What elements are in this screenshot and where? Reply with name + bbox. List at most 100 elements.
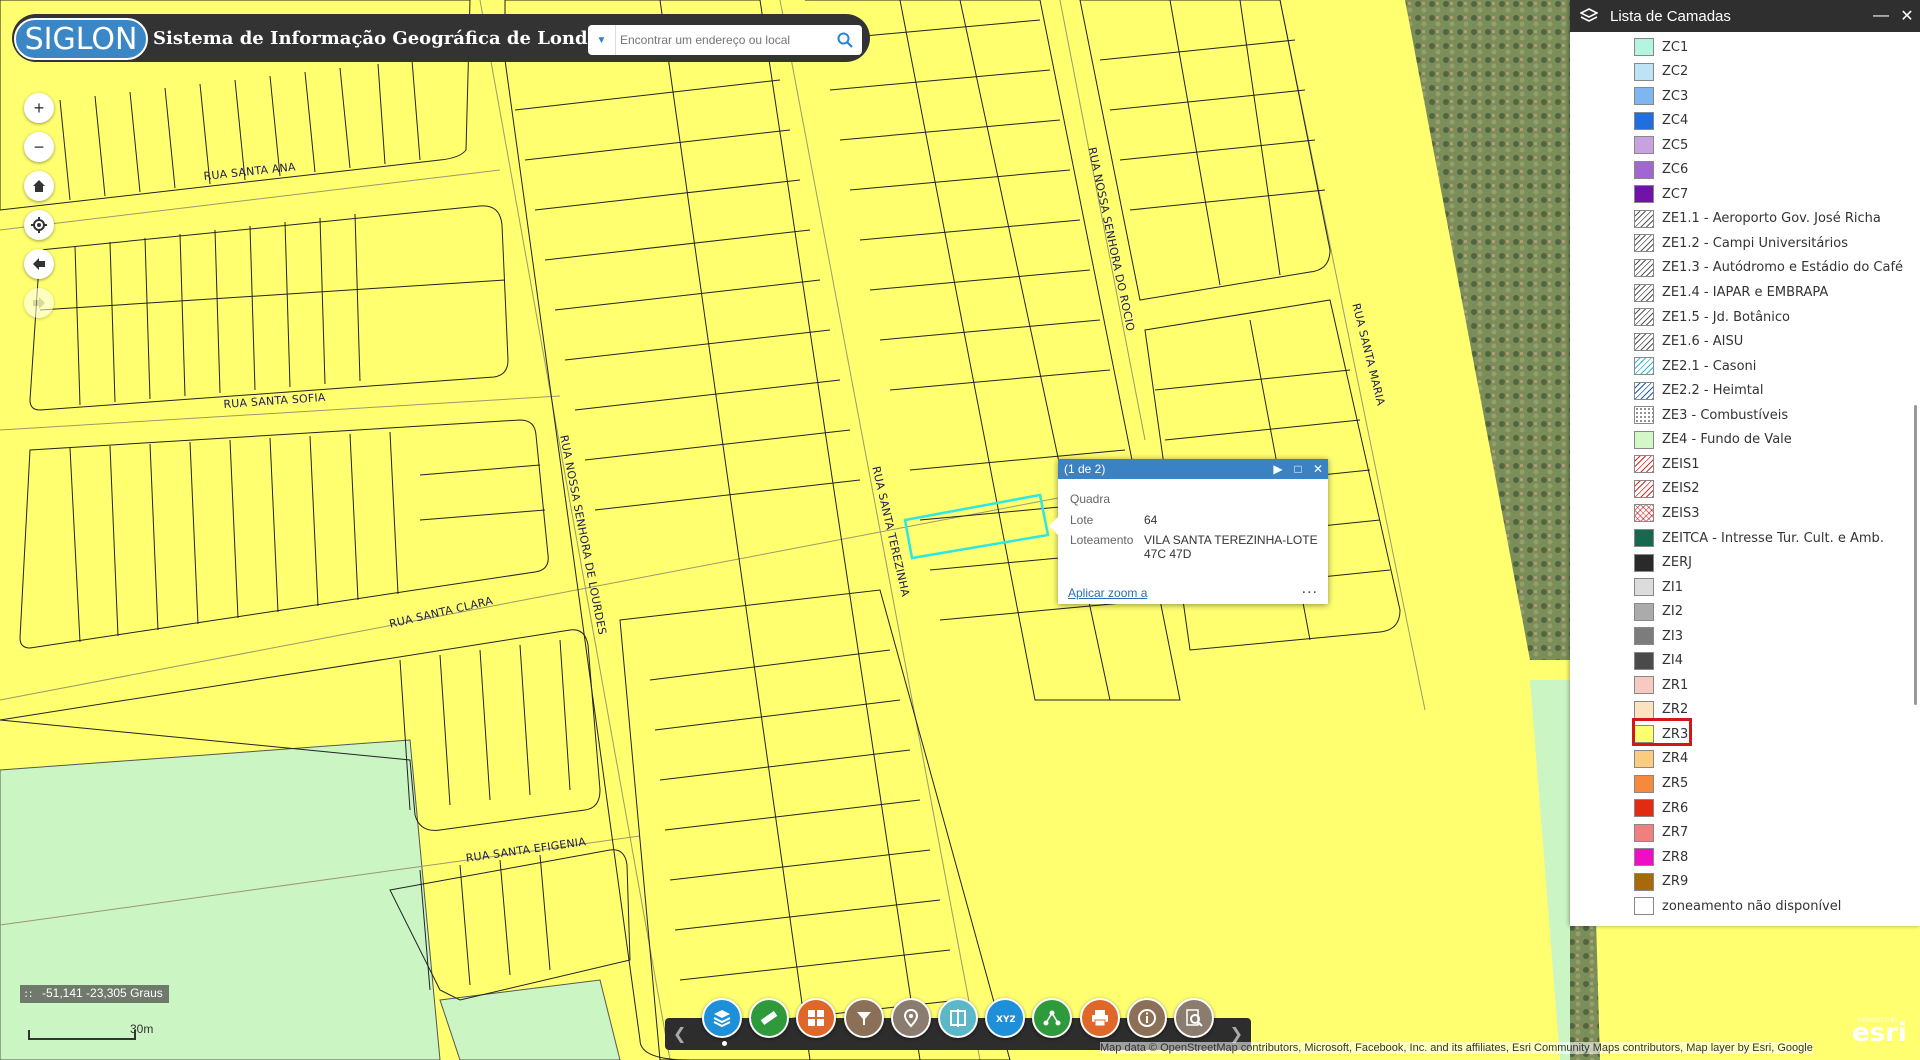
app-title: Sistema de Informação Geográfica de Lond… bbox=[153, 28, 629, 49]
legend-label: ZEITCA - Intresse Tur. Cult. e Amb. bbox=[1662, 530, 1884, 546]
legend-label: ZE1.3 - Autódromo e Estádio do Café bbox=[1662, 260, 1904, 276]
legend-item[interactable]: ZR4 bbox=[1634, 748, 1688, 770]
minus-icon: − bbox=[33, 136, 45, 157]
legend-item[interactable]: ZI1 bbox=[1634, 576, 1683, 598]
legend-label: ZR1 bbox=[1662, 677, 1689, 693]
legend-item[interactable]: ZC5 bbox=[1634, 134, 1688, 156]
legend-item[interactable]: ZC4 bbox=[1634, 110, 1688, 132]
xyz-coordinate-icon: XYZ bbox=[996, 1015, 1015, 1025]
legend-swatch bbox=[1634, 504, 1654, 523]
legend-label: ZC2 bbox=[1662, 64, 1689, 80]
swipe-tool-button[interactable] bbox=[938, 998, 978, 1038]
legend-item[interactable]: ZEIS1 bbox=[1634, 453, 1699, 475]
legend-item[interactable]: ZE1.2 - Campi Universitários bbox=[1634, 232, 1848, 254]
layers-tool-button[interactable] bbox=[702, 998, 742, 1038]
legend-swatch bbox=[1634, 848, 1654, 867]
search-button[interactable] bbox=[828, 25, 862, 55]
legend-label: ZI1 bbox=[1662, 579, 1684, 595]
legend-label: ZEIS3 bbox=[1662, 505, 1700, 521]
legend-item[interactable]: ZE2.2 - Heimtal bbox=[1634, 380, 1763, 402]
legend-item[interactable]: ZC6 bbox=[1634, 159, 1688, 181]
search-input[interactable] bbox=[620, 29, 820, 51]
legend-item[interactable]: ZE1.1 - Aeroporto Gov. José Richa bbox=[1634, 208, 1881, 230]
popup-field-label: Loteamento bbox=[1070, 533, 1134, 547]
legend-swatch bbox=[1634, 308, 1654, 327]
more-actions-button[interactable]: ... bbox=[1302, 580, 1318, 598]
legend-item[interactable]: ZC1 bbox=[1634, 36, 1688, 58]
print-icon bbox=[1091, 1010, 1108, 1027]
legend-swatch bbox=[1634, 823, 1654, 842]
legend-item[interactable]: ZC7 bbox=[1634, 183, 1688, 205]
chevron-down-icon: ▼ bbox=[596, 34, 607, 46]
next-feature-icon[interactable]: ▶ bbox=[1268, 462, 1288, 476]
basemap-gallery-icon bbox=[808, 1010, 825, 1026]
location-icon bbox=[903, 1008, 918, 1028]
legend-item[interactable]: ZE3 - Combustíveis bbox=[1634, 404, 1788, 426]
legend-label: ZR4 bbox=[1662, 751, 1689, 767]
home-button[interactable] bbox=[24, 171, 54, 201]
legend-item[interactable]: ZE2.1 - Casoni bbox=[1634, 355, 1756, 377]
popup-header: (1 de 2) ▶ □ ✕ bbox=[1058, 459, 1328, 479]
legend-swatch bbox=[1634, 774, 1654, 793]
legend-item[interactable]: ZR9 bbox=[1634, 871, 1688, 893]
filter-tool-button[interactable] bbox=[843, 998, 884, 1038]
legend-swatch bbox=[1634, 209, 1654, 228]
legend-item[interactable]: ZC3 bbox=[1634, 85, 1688, 107]
legend-item[interactable]: ZE1.5 - Jd. Botânico bbox=[1634, 306, 1790, 328]
xyz-coordinate-tool-button[interactable]: XYZ bbox=[985, 998, 1026, 1038]
zoom-out-button[interactable]: − bbox=[24, 132, 54, 162]
chevron-right-icon[interactable]: ❯ bbox=[1230, 1024, 1243, 1044]
zoom-to-link[interactable]: Aplicar zoom a bbox=[1068, 586, 1147, 600]
filter-icon bbox=[856, 1012, 871, 1025]
legend-swatch bbox=[1634, 479, 1654, 498]
minimize-icon[interactable]: — bbox=[1868, 7, 1894, 25]
legend-highlight-zr3 bbox=[1632, 718, 1692, 746]
previous-extent-button[interactable] bbox=[24, 249, 54, 279]
legend-swatch bbox=[1634, 553, 1654, 572]
search-map-icon bbox=[1186, 1009, 1203, 1027]
legend-item[interactable]: ZR8 bbox=[1634, 846, 1688, 868]
legend-item[interactable]: ZI2 bbox=[1634, 601, 1683, 623]
legend-item[interactable]: ZEIS3 bbox=[1634, 502, 1699, 524]
legend-item[interactable]: ZI4 bbox=[1634, 650, 1683, 672]
legend-item[interactable]: ZE1.3 - Autódromo e Estádio do Café bbox=[1634, 257, 1903, 279]
legend-item[interactable]: ZR5 bbox=[1634, 773, 1688, 795]
info-tool-button[interactable] bbox=[1126, 998, 1167, 1038]
legend-item[interactable]: ZC2 bbox=[1634, 61, 1688, 83]
legend-item[interactable]: ZR7 bbox=[1634, 822, 1688, 844]
legend-swatch bbox=[1634, 651, 1654, 670]
popup-field-value: 64 bbox=[1144, 513, 1158, 527]
location-tool-button[interactable] bbox=[890, 998, 931, 1038]
layers-icon bbox=[1580, 8, 1598, 22]
legend-item[interactable]: ZE1.6 - AISU bbox=[1634, 331, 1743, 353]
legend-item[interactable]: ZI3 bbox=[1634, 625, 1683, 647]
legend-swatch bbox=[1634, 381, 1654, 400]
chevron-left-icon[interactable]: ❮ bbox=[673, 1024, 686, 1044]
print-tool-button[interactable] bbox=[1079, 998, 1120, 1038]
ruler-tool-button[interactable] bbox=[749, 998, 790, 1038]
legend-label: ZI3 bbox=[1662, 628, 1684, 644]
legend-item[interactable]: ZEITCA - Intresse Tur. Cult. e Amb. bbox=[1634, 527, 1884, 549]
search-source-dropdown[interactable]: ▼ bbox=[588, 25, 616, 55]
legend-label: ZE1.6 - AISU bbox=[1662, 334, 1744, 350]
next-extent-button[interactable] bbox=[24, 288, 54, 318]
legend-swatch bbox=[1634, 455, 1654, 474]
legend-label: ZE1.1 - Aeroporto Gov. José Richa bbox=[1662, 211, 1881, 227]
maximize-icon[interactable]: □ bbox=[1288, 462, 1308, 476]
panel-scrollbar[interactable] bbox=[1914, 405, 1917, 705]
legend-item[interactable]: ZEIS2 bbox=[1634, 478, 1699, 500]
layer-legend-list[interactable]: ZC1 ZC2 ZC3 ZC4 ZC5 ZC6 ZC7 ZE1.1 - Aeroporto G… bbox=[1570, 32, 1920, 926]
legend-item[interactable]: ZE4 - Fundo de Vale bbox=[1634, 429, 1792, 451]
locate-button[interactable] bbox=[24, 210, 54, 240]
close-icon[interactable]: ✕ bbox=[1894, 6, 1920, 26]
legend-label: ZE1.5 - Jd. Botânico bbox=[1662, 309, 1790, 325]
legend-item[interactable]: ZR6 bbox=[1634, 797, 1688, 819]
legend-swatch bbox=[1634, 602, 1654, 621]
legend-item[interactable]: zoneamento não disponível bbox=[1634, 895, 1841, 917]
close-icon[interactable]: ✕ bbox=[1308, 462, 1328, 476]
search-map-tool-button[interactable] bbox=[1174, 998, 1214, 1038]
legend-item[interactable]: ZERJ bbox=[1634, 552, 1692, 574]
legend-item[interactable]: ZE1.4 - IAPAR e EMBRAPA bbox=[1634, 282, 1828, 304]
legend-item[interactable]: ZR1 bbox=[1634, 674, 1688, 696]
zoom-in-button[interactable]: + bbox=[24, 93, 54, 123]
